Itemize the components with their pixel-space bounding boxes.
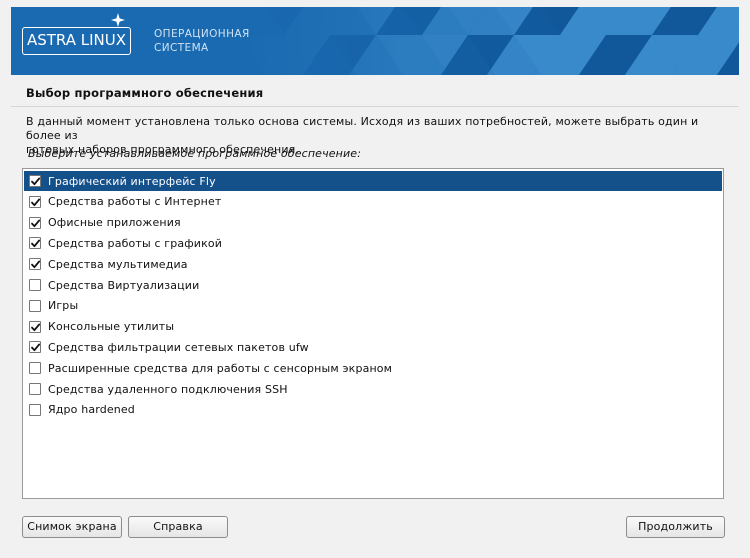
logo-text: ASTRA LINUX	[26, 31, 127, 49]
list-item[interactable]: Средства фильтрации сетевых пакетов ufw	[24, 337, 722, 357]
checkbox[interactable]	[29, 299, 41, 312]
list-item-label: Расширенные средства для работы с сенсор…	[48, 361, 393, 375]
checkmark-icon	[31, 177, 41, 186]
list-item[interactable]: Средства мультимедиа	[24, 254, 722, 274]
continue-button[interactable]: Продолжить	[626, 516, 725, 538]
checkmark-icon	[31, 323, 41, 331]
checkbox[interactable]	[29, 279, 41, 291]
help-button[interactable]: Справка	[128, 516, 228, 538]
list-item-label: Графический интерфейс Fly	[48, 174, 216, 188]
checkbox[interactable]	[29, 362, 41, 375]
list-item[interactable]: Консольные утилиты	[24, 317, 722, 337]
list-item[interactable]: Средства работы с графикой	[24, 233, 722, 253]
checkbox[interactable]	[29, 216, 41, 229]
list-item-label: Средства работы с Интернет	[48, 195, 222, 209]
installer-window: ASTRA LINUX ОПЕРАЦИОННАЯ СИСТЕМА Выбор п…	[0, 0, 750, 558]
list-item[interactable]: Средства удаленного подключения SSH	[24, 379, 722, 399]
list-item[interactable]: Графический интерфейс Fly	[24, 171, 722, 191]
software-list[interactable]: Графический интерфейс Fly Средства работы…	[22, 168, 724, 499]
list-item-label: Средства мультимедиа	[48, 257, 188, 271]
os-tagline: ОПЕРАЦИОННАЯ СИСТЕМА	[154, 27, 250, 55]
header-banner: ASTRA LINUX ОПЕРАЦИОННАЯ СИСТЕМА	[11, 7, 739, 75]
checkmark-icon	[31, 260, 41, 269]
page-title: Выбор программного обеспечения	[26, 86, 264, 100]
list-item[interactable]: Средства работы с Интернет	[24, 192, 722, 212]
list-item-label: Средства работы с графикой	[48, 236, 223, 250]
screenshot-button[interactable]: Снимок экрана	[22, 516, 122, 538]
checkbox[interactable]	[29, 258, 41, 271]
tagline-line-1: ОПЕРАЦИОННАЯ	[154, 28, 250, 40]
logo-star-icon	[107, 13, 129, 27]
list-item[interactable]: Ядро hardened	[24, 400, 722, 420]
description-line-1: В данный момент установлена только основ…	[26, 115, 699, 142]
tagline-line-2: СИСТЕМА	[154, 42, 209, 54]
checkmark-icon	[31, 219, 41, 227]
checkmark-icon	[31, 343, 41, 352]
checkmark-icon	[31, 198, 41, 206]
list-item-label: Консольные утилиты	[48, 320, 175, 334]
checkmark-icon	[31, 239, 41, 248]
list-item[interactable]: Офисные приложения	[24, 213, 722, 233]
astra-linux-logo: ASTRA LINUX	[22, 27, 131, 55]
checkbox[interactable]	[29, 195, 41, 208]
list-item-label: Средства Виртуализации	[48, 278, 200, 292]
list-item-label: Средства удаленного подключения SSH	[48, 382, 288, 396]
checkbox[interactable]	[29, 237, 41, 250]
checkbox[interactable]	[29, 383, 41, 395]
checkbox[interactable]	[29, 320, 41, 333]
list-item[interactable]: Расширенные средства для работы с сенсор…	[24, 358, 722, 378]
selection-prompt: Выберите устанавливаемое программное обе…	[28, 147, 362, 160]
checkbox[interactable]	[29, 403, 41, 416]
list-item-label: Ядро hardened	[48, 403, 135, 417]
list-item-label: Игры	[48, 299, 79, 313]
list-item-label: Средства фильтрации сетевых пакетов ufw	[48, 340, 309, 354]
checkbox[interactable]	[29, 175, 41, 187]
title-divider	[11, 106, 739, 107]
checkbox[interactable]	[29, 341, 41, 354]
list-item[interactable]: Игры	[24, 296, 722, 316]
list-item-label: Офисные приложения	[48, 216, 181, 230]
list-item[interactable]: Средства Виртуализации	[24, 275, 722, 295]
